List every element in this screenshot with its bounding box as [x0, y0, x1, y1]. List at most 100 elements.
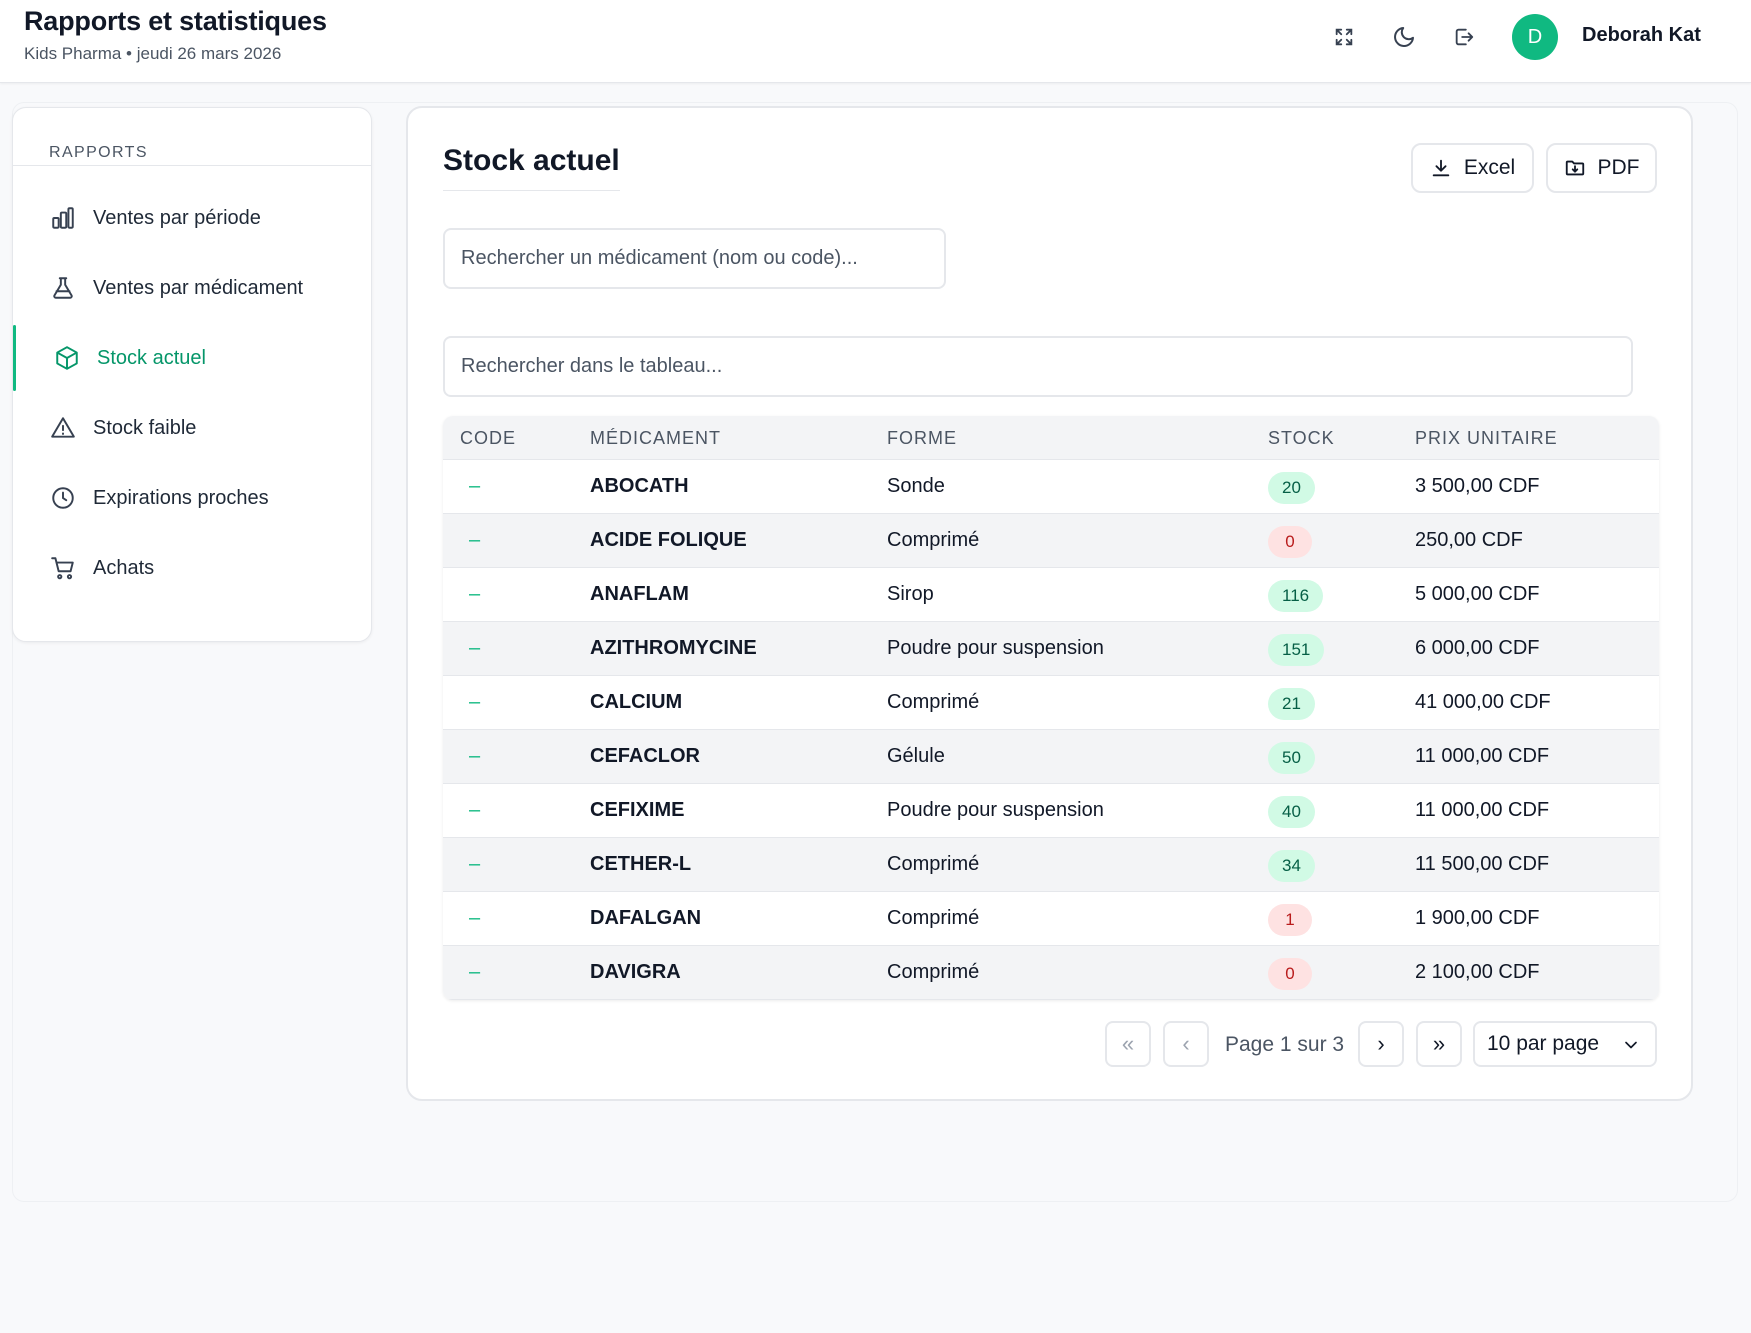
column-header-code[interactable]: CODE: [460, 428, 516, 449]
column-header-forme[interactable]: FORME: [887, 428, 957, 449]
download-icon: [1430, 157, 1452, 179]
column-header-medicament[interactable]: MÉDICAMENT: [590, 428, 721, 449]
stock-badge: 34: [1268, 850, 1315, 882]
stock-badge: 21: [1268, 688, 1315, 720]
cell-code: –: [469, 799, 481, 821]
reports-sidebar: RAPPORTS Ventes par période Ventes par m…: [12, 107, 372, 642]
cell-medicament: CETHER-L: [590, 853, 692, 875]
sidebar-item-label: Ventes par médicament: [93, 276, 304, 299]
cell-prix: 3 500,00 CDF: [1415, 475, 1540, 497]
prev-page-button[interactable]: ‹: [1163, 1021, 1209, 1067]
table-row[interactable]: – CEFACLOR Gélule 50 11 000,00 CDF: [443, 730, 1659, 784]
table-row[interactable]: – ABOCATH Sonde 20 3 500,00 CDF: [443, 460, 1659, 514]
cell-medicament: CALCIUM: [590, 691, 683, 713]
first-page-button[interactable]: «: [1105, 1021, 1151, 1067]
cell-forme: Poudre pour suspension: [887, 799, 1104, 821]
sidebar-item-ventes-medicament[interactable]: Ventes par médicament: [13, 255, 371, 321]
stock-badge: 0: [1268, 958, 1312, 990]
cell-forme: Comprimé: [887, 853, 980, 875]
page-title: Rapports et statistiques: [24, 6, 327, 36]
cell-medicament: DAFALGAN: [590, 907, 702, 929]
cell-medicament: ANAFLAM: [590, 583, 689, 605]
sidebar-item-expirations[interactable]: Expirations proches: [13, 465, 371, 531]
cell-prix: 11 500,00 CDF: [1415, 853, 1550, 875]
table-row[interactable]: – CALCIUM Comprimé 21 41 000,00 CDF: [443, 676, 1659, 730]
avatar[interactable]: D: [1512, 14, 1558, 60]
sidebar-item-label: Achats: [93, 556, 155, 579]
fullscreen-icon[interactable]: [1329, 22, 1359, 52]
sidebar-item-label: Ventes par période: [93, 206, 261, 229]
clock-icon: [49, 484, 77, 512]
table-header: CODE MÉDICAMENT FORME STOCK PRIX UNITAIR…: [443, 416, 1659, 460]
cell-prix: 41 000,00 CDF: [1415, 691, 1551, 713]
logout-icon[interactable]: [1449, 22, 1479, 52]
folder-download-icon: [1564, 157, 1586, 179]
cell-prix: 6 000,00 CDF: [1415, 637, 1540, 659]
cell-prix: 1 900,00 CDF: [1415, 907, 1540, 929]
cell-code: –: [469, 907, 481, 929]
column-header-stock[interactable]: STOCK: [1268, 428, 1335, 449]
sidebar-section-label: RAPPORTS: [49, 144, 148, 161]
sidebar-item-label: Stock actuel: [97, 346, 206, 369]
cell-forme: Gélule: [887, 745, 945, 767]
excel-label: Excel: [1463, 156, 1516, 179]
page-subtitle: Kids Pharma • jeudi 26 mars 2026: [24, 44, 282, 63]
table-row[interactable]: – ANAFLAM Sirop 116 5 000,00 CDF: [443, 568, 1659, 622]
warning-icon: [49, 414, 77, 442]
stock-badge: 20: [1268, 472, 1315, 504]
sidebar-item-stock-actuel[interactable]: Stock actuel: [13, 325, 371, 391]
stock-badge: 0: [1268, 526, 1312, 558]
stock-badge: 50: [1268, 742, 1315, 774]
cell-forme: Sirop: [887, 583, 934, 605]
cell-code: –: [469, 583, 481, 605]
column-header-prix[interactable]: PRIX UNITAIRE: [1415, 428, 1558, 449]
cell-medicament: ACIDE FOLIQUE: [590, 529, 747, 551]
top-header: Rapports et statistiques Kids Pharma • j…: [0, 0, 1751, 83]
table-row[interactable]: – AZITHROMYCINE Poudre pour suspension 151 6…: [443, 622, 1659, 676]
sidebar-item-label: Expirations proches: [93, 486, 269, 509]
cell-code: –: [469, 853, 481, 875]
export-pdf-button[interactable]: PDF: [1546, 143, 1657, 193]
medicament-search-input[interactable]: [443, 228, 946, 289]
box-icon: [53, 344, 81, 372]
cell-code: –: [469, 637, 481, 659]
table-row[interactable]: – CETHER-L Comprimé 34 11 500,00 CDF: [443, 838, 1659, 892]
table-search-input[interactable]: [443, 336, 1633, 397]
moon-icon[interactable]: [1389, 22, 1419, 52]
table-body: – ABOCATH Sonde 20 3 500,00 CDF – ACIDE FOLIQU…: [443, 460, 1659, 1000]
table-row[interactable]: – CEFIXIME Poudre pour suspension 40 11 000,…: [443, 784, 1659, 838]
table-row[interactable]: – DAFALGAN Comprimé 1 1 900,00 CDF: [443, 892, 1659, 946]
cell-prix: 250,00 CDF: [1415, 529, 1523, 551]
sidebar-item-achats[interactable]: Achats: [13, 535, 371, 601]
user-name[interactable]: Deborah Kat: [1582, 24, 1701, 47]
cell-forme: Sonde: [887, 475, 945, 497]
cell-code: –: [469, 475, 481, 497]
cell-code: –: [469, 961, 481, 983]
sidebar-item-stock-faible[interactable]: Stock faible: [13, 395, 371, 461]
cell-code: –: [469, 529, 481, 551]
flask-icon: [49, 274, 77, 302]
table-row[interactable]: – DAVIGRA Comprimé 0 2 100,00 CDF: [443, 946, 1659, 1000]
cell-forme: Comprimé: [887, 691, 980, 713]
stock-badge: 116: [1268, 580, 1324, 612]
page-indicator: Page 1 sur 3: [1225, 1033, 1345, 1056]
bar-chart-icon: [49, 204, 77, 232]
stock-table: CODE MÉDICAMENT FORME STOCK PRIX UNITAIR…: [443, 416, 1659, 1000]
sidebar-divider: [13, 165, 371, 166]
cart-icon: [49, 554, 77, 582]
export-excel-button[interactable]: Excel: [1411, 143, 1534, 193]
cell-prix: 2 100,00 CDF: [1415, 961, 1540, 983]
cell-code: –: [469, 745, 481, 767]
cell-medicament: DAVIGRA: [590, 961, 681, 983]
next-page-button[interactable]: ›: [1358, 1021, 1404, 1067]
table-row[interactable]: – ACIDE FOLIQUE Comprimé 0 250,00 CDF: [443, 514, 1659, 568]
last-page-button[interactable]: »: [1416, 1021, 1462, 1067]
cell-forme: Comprimé: [887, 961, 980, 983]
per-page-select[interactable]: 10 par page: [1473, 1021, 1657, 1067]
sidebar-item-ventes-periode[interactable]: Ventes par période: [13, 185, 371, 251]
cell-prix: 11 000,00 CDF: [1415, 799, 1550, 821]
stock-badge: 1: [1268, 904, 1312, 936]
cell-forme: Poudre pour suspension: [887, 637, 1104, 659]
cell-prix: 11 000,00 CDF: [1415, 745, 1550, 767]
cell-medicament: ABOCATH: [590, 475, 689, 497]
